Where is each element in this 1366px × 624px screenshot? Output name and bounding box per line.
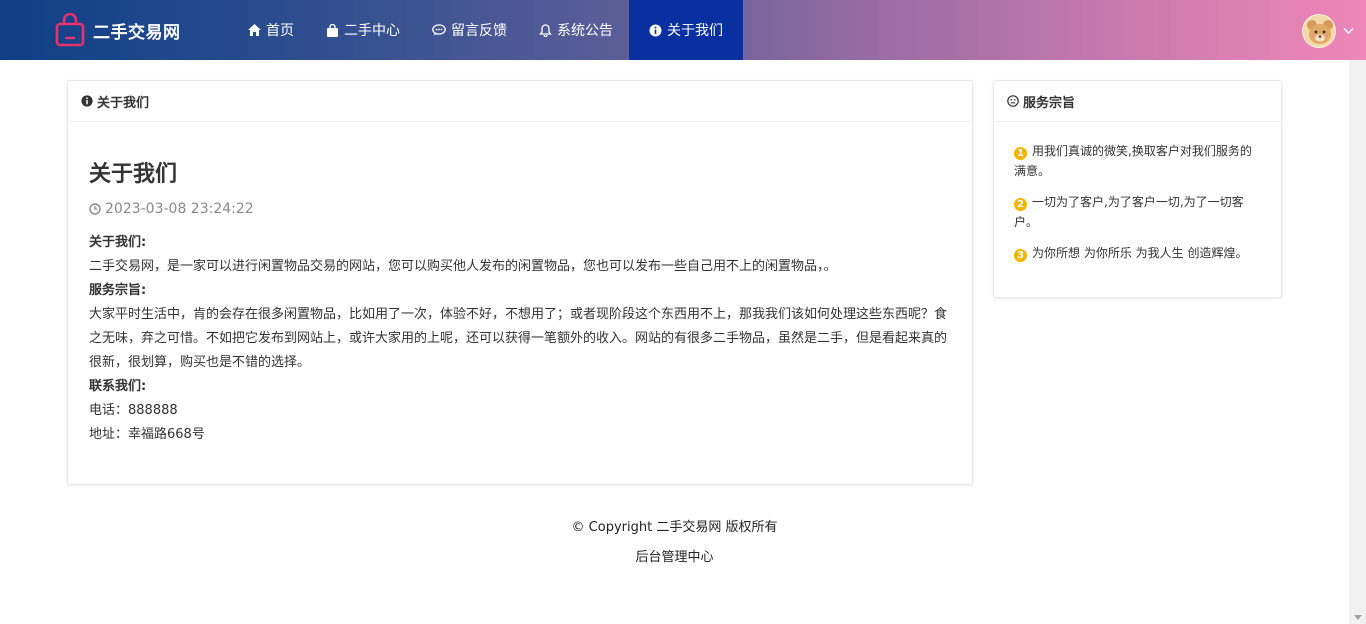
contact-label: 联系我们: — [89, 379, 147, 394]
comment-icon — [432, 24, 446, 36]
list-item-text: 一切为了客户,为了客户一切,为了一切客户。 — [1014, 195, 1244, 229]
card-header: 服务宗旨 — [994, 81, 1281, 122]
scroll-down-arrow-icon[interactable] — [1354, 615, 1362, 620]
nav-label-home: 首页 — [266, 23, 294, 39]
clock-icon — [89, 203, 101, 215]
nav-label-second-hand-center: 二手中心 — [344, 23, 400, 39]
article-body: 关于我们: 二手交易网，是一家可以进行闲置物品交易的网站，您可以购买他人发布的闲… — [89, 231, 952, 447]
number-badge: 3 — [1014, 249, 1027, 262]
card-header: 关于我们 — [68, 81, 972, 122]
nav-item-about-us[interactable]: 关于我们 — [629, 0, 743, 60]
info-icon — [649, 24, 662, 37]
card-header-title: 关于我们 — [97, 95, 150, 111]
home-icon — [248, 24, 261, 36]
article: 关于我们 2023-03-08 23:24:22 关于我们: 二手交易网，是一家… — [68, 122, 972, 447]
list-item: 2 一切为了客户,为了客户一切,为了一切客户。 — [1014, 192, 1261, 232]
nav-item-feedback[interactable]: 留言反馈 — [416, 0, 523, 60]
contact-phone: 电话：888888 — [89, 403, 178, 418]
number-badge: 2 — [1014, 198, 1027, 211]
purpose-label: 服务宗旨: — [89, 283, 147, 298]
about-label: 关于我们: — [89, 235, 147, 250]
admin-center-link[interactable]: 后台管理中心 — [0, 546, 1349, 565]
nav-item-second-hand-center[interactable]: 二手中心 — [310, 0, 416, 60]
about-us-card: 关于我们 关于我们 2023-03-08 23:24:22 关于我们: 二手交易… — [67, 80, 973, 485]
article-date: 2023-03-08 23:24:22 — [89, 201, 952, 217]
list-item-text: 为你所想 为你所乐 为我人生 创造辉煌。 — [1032, 246, 1248, 260]
article-title: 关于我们 — [89, 162, 178, 187]
nav-label-about-us: 关于我们 — [667, 23, 723, 39]
list-item: 1 用我们真诚的微笑,换取客户对我们服务的满意。 — [1014, 141, 1261, 181]
contact-address: 地址：幸福路668号 — [89, 427, 205, 442]
brand-name: 二手交易网 — [93, 22, 181, 43]
article-date-text: 2023-03-08 23:24:22 — [105, 201, 254, 217]
about-text: 二手交易网，是一家可以进行闲置物品交易的网站，您可以购买他人发布的闲置物品，您也… — [89, 259, 837, 274]
nav-item-announcement[interactable]: 系统公告 — [523, 0, 629, 60]
card-header-title: 服务宗旨 — [1023, 95, 1076, 111]
user-avatar[interactable] — [1302, 14, 1336, 48]
chevron-down-icon[interactable] — [1343, 24, 1354, 39]
number-badge: 1 — [1014, 147, 1027, 160]
main-nav: 首页 二手中心 留言反馈 系统公告 关于我们 — [232, 0, 743, 60]
nav-label-feedback: 留言反馈 — [451, 23, 507, 39]
service-purpose-card: 服务宗旨 1 用我们真诚的微笑,换取客户对我们服务的满意。 2 一切为了客户,为了客… — [993, 80, 1282, 298]
nav-label-announcement: 系统公告 — [557, 23, 613, 39]
page-scrollbar[interactable] — [1349, 60, 1366, 624]
nav-item-home[interactable]: 首页 — [232, 0, 310, 60]
footer-copyright: © Copyright 二手交易网 版权所有 — [571, 520, 778, 535]
brand-logo-link[interactable]: 二手交易网 — [55, 12, 181, 48]
info-icon — [81, 95, 93, 107]
top-navbar: 二手交易网 首页 二手中心 留言反馈 系统公告 关于我们 — [0, 0, 1366, 60]
shopping-bag-icon — [55, 12, 85, 47]
bell-icon — [539, 23, 552, 37]
bag-icon — [326, 23, 339, 37]
service-purpose-list: 1 用我们真诚的微笑,换取客户对我们服务的满意。 2 一切为了客户,为了客户一切,为… — [994, 122, 1281, 263]
smile-icon — [1007, 95, 1019, 107]
purpose-text: 大家平时生活中，肯的会存在很多闲置物品，比如用了一次，体验不好，不想用了；或者现… — [89, 307, 948, 370]
list-item: 3 为你所想 为你所乐 为我人生 创造辉煌。 — [1014, 243, 1261, 263]
list-item-text: 用我们真诚的微笑,换取客户对我们服务的满意。 — [1014, 144, 1252, 178]
